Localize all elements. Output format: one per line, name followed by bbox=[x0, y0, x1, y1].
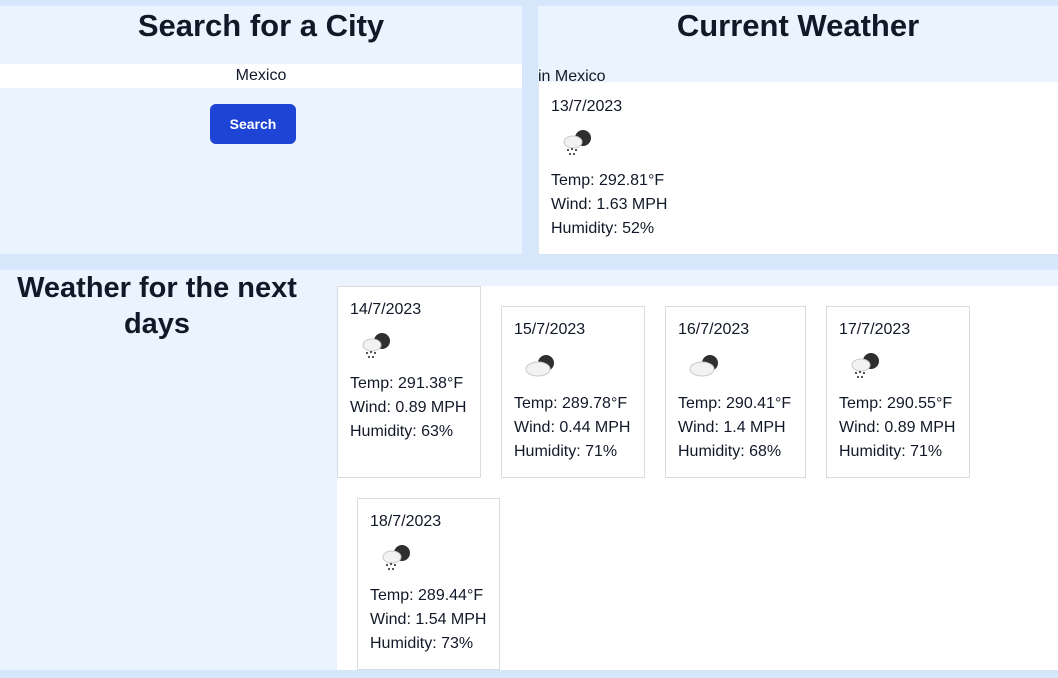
current-weather-panel: Current Weather in Mexico 13/7/2023 Temp… bbox=[538, 6, 1058, 254]
search-title: Search for a City bbox=[137, 8, 385, 43]
forecast-card: 14/7/2023 Temp: 291.38°F Wind: 0.89 MPH Hum… bbox=[337, 286, 481, 478]
forecast-humidity: Humidity: 73% bbox=[370, 635, 474, 652]
forecast-wind: Wind: 0.44 MPH bbox=[514, 419, 631, 436]
rain-cloud-icon bbox=[382, 545, 410, 571]
forecast-title: Weather for the next days bbox=[0, 270, 314, 342]
forecast-title-line2: days bbox=[123, 308, 191, 340]
forecast-wind: Wind: 1.54 MPH bbox=[370, 611, 487, 628]
forecast-humidity: Humidity: 71% bbox=[514, 443, 618, 460]
forecast-temp: Temp: 291.38°F bbox=[350, 375, 464, 392]
forecast-card: 16/7/2023 Temp: 290.41°F Wind: 1.4 MPH Humi… bbox=[665, 306, 806, 478]
rain-cloud-icon bbox=[563, 130, 591, 156]
forecast-humidity: Humidity: 71% bbox=[839, 443, 943, 460]
forecast-humidity: Humidity: 63% bbox=[350, 423, 454, 440]
forecast-date: 16/7/2023 bbox=[678, 321, 750, 338]
current-weather-title: Current Weather bbox=[676, 8, 920, 43]
forecast-card: 15/7/2023 Temp: 289.78°F Wind: 0.44 MPH Hum… bbox=[501, 306, 645, 478]
current-date: 13/7/2023 bbox=[551, 98, 623, 115]
forecast-temp: Temp: 290.55°F bbox=[839, 395, 953, 412]
forecast-date: 15/7/2023 bbox=[514, 321, 586, 338]
forecast-card: 18/7/2023 Temp: 289.44°F Wind: 1.54 MPH Hum… bbox=[357, 498, 500, 670]
forecast-date: 17/7/2023 bbox=[839, 321, 911, 338]
cloudy-icon bbox=[689, 355, 718, 377]
forecast-title-line1: Weather for the next bbox=[17, 272, 297, 304]
rain-cloud-icon bbox=[362, 333, 390, 359]
rain-cloud-icon bbox=[851, 353, 879, 379]
city-search-input[interactable] bbox=[0, 64, 522, 88]
forecast-date: 14/7/2023 bbox=[350, 301, 422, 318]
forecast-humidity: Humidity: 68% bbox=[678, 443, 782, 460]
forecast-temp: Temp: 290.41°F bbox=[678, 395, 792, 412]
cloudy-icon bbox=[525, 355, 554, 377]
forecast-wind: Wind: 0.89 MPH bbox=[839, 419, 956, 436]
forecast-wind: Wind: 1.4 MPH bbox=[678, 419, 786, 436]
forecast-temp: Temp: 289.78°F bbox=[514, 395, 628, 412]
search-panel: Search for a City Search bbox=[0, 6, 522, 254]
current-wind: Wind: 1.63 MPH bbox=[551, 196, 668, 213]
current-humidity: Humidity: 52% bbox=[551, 220, 655, 237]
forecast-temp: Temp: 289.44°F bbox=[370, 587, 484, 604]
search-button[interactable]: Search bbox=[210, 104, 296, 144]
forecast-date: 18/7/2023 bbox=[370, 513, 442, 530]
current-temp: Temp: 292.81°F bbox=[551, 172, 665, 189]
forecast-card: 17/7/2023 Temp: 290.55°F Wind: 0.89 MPH Hum… bbox=[826, 306, 970, 478]
forecast-wind: Wind: 0.89 MPH bbox=[350, 399, 467, 416]
current-weather-card: 13/7/2023 Temp: 292.81°F Wind: 1.63 MPH … bbox=[538, 82, 1058, 254]
